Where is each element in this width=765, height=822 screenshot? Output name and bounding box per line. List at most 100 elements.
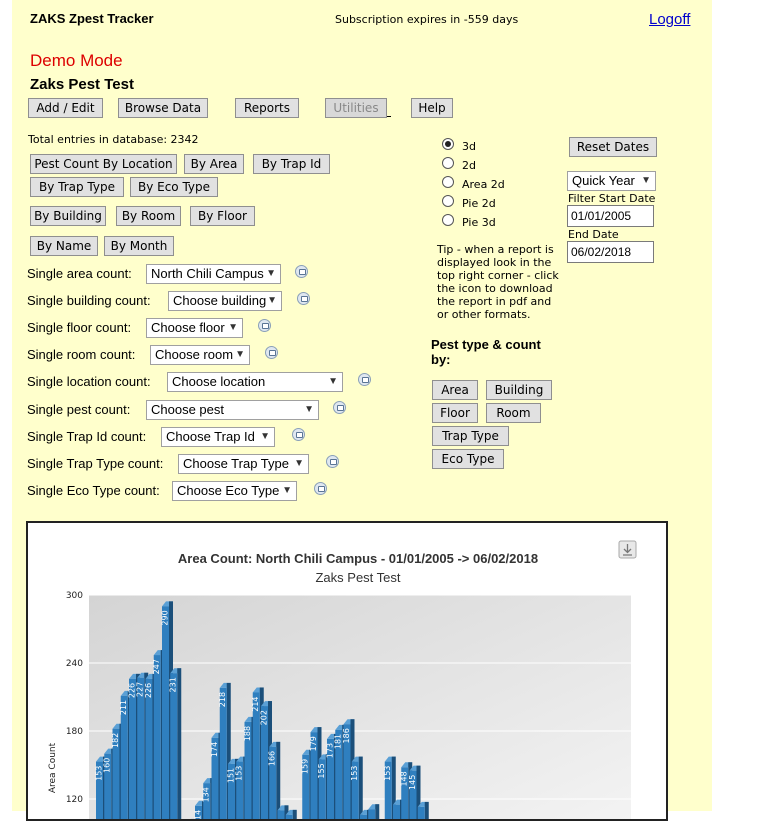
radio-area-2d[interactable] [442, 176, 454, 188]
reports-button[interactable]: Reports [235, 98, 299, 118]
bar-value-label: 186 [342, 728, 351, 743]
single-eco-type-count-select[interactable]: Choose Eco Type▼ [172, 481, 297, 501]
single-area-count-label: Single area count: [27, 266, 132, 281]
utilities-button[interactable]: Utilities [325, 98, 387, 118]
end-date-label: End Date [568, 228, 619, 241]
chart-panel: Area Count: North Chili Campus - 01/01/2… [26, 521, 668, 821]
radio-pie-2d-label: Pie 2d [462, 197, 496, 210]
single-trap-type-count-select[interactable]: Choose Trap Type▼ [178, 454, 309, 474]
logoff-link[interactable]: Logoff [649, 11, 690, 28]
report-by-name[interactable]: By Name [30, 236, 98, 256]
bar-value-label: 114 [194, 810, 203, 819]
reset-dates-button[interactable]: Reset Dates [569, 137, 657, 157]
report-by-month[interactable]: By Month [104, 236, 174, 256]
browse-data-button[interactable]: Browse Data [118, 98, 208, 118]
bar-side [375, 804, 379, 819]
chart-title: Area Count: North Chili Campus - 01/01/2… [178, 551, 538, 566]
report-by-eco-type[interactable]: By Eco Type [130, 177, 218, 197]
single-room-count-label: Single room count: [27, 347, 135, 362]
single-location-count-label: Single location count: [27, 374, 151, 389]
chevron-down-icon: ▼ [235, 346, 245, 364]
bar-value-label: 211 [119, 700, 128, 715]
bar-value-label: 159 [301, 759, 310, 774]
bar-value-label: 166 [268, 751, 277, 766]
company-name: Zaks Pest Test [30, 76, 134, 93]
bar [278, 810, 285, 819]
download-icon[interactable] [297, 292, 310, 305]
chevron-down-icon: ▼ [294, 455, 304, 473]
bar-value-label: 182 [111, 733, 120, 748]
start-date-input[interactable]: 01/01/2005 [567, 205, 654, 227]
bar-value-label: 218 [218, 692, 227, 707]
download-icon[interactable] [258, 319, 271, 332]
bar-value-label: 179 [309, 736, 318, 751]
demo-mode-label: Demo Mode [30, 51, 123, 71]
tip-line: displayed look in the [437, 256, 551, 269]
download-icon[interactable] [314, 482, 327, 495]
download-icon[interactable] [292, 428, 305, 441]
single-pest-count-label: Single pest count: [27, 402, 130, 417]
chevron-down-icon: ▼ [267, 292, 277, 310]
y-tick-label: 120 [66, 795, 83, 805]
y-axis-label: Area Count [48, 742, 58, 793]
bar-value-label: 188 [243, 726, 252, 741]
single-trap-id-count-select[interactable]: Choose Trap Id▼ [161, 427, 275, 447]
single-building-count-select[interactable]: Choose building▼ [168, 291, 282, 311]
download-icon[interactable] [333, 401, 346, 414]
help-button[interactable]: Help [411, 98, 453, 118]
add-edit-button[interactable]: Add / Edit [28, 98, 103, 118]
single-pest-count-select[interactable]: Choose pest▼ [146, 400, 319, 420]
y-axis: 120180240300 [66, 591, 83, 805]
report-pest-count-by-location[interactable]: Pest Count By Location [30, 154, 177, 174]
tip-line: top right corner - click [437, 269, 559, 282]
bar-value-label: 155 [317, 763, 326, 778]
single-floor-count-label: Single floor count: [27, 320, 131, 335]
radio-3d[interactable] [442, 138, 454, 150]
bar-value-label: 174 [210, 742, 219, 757]
download-icon[interactable] [295, 265, 308, 278]
single-floor-count-select[interactable]: Choose floor▼ [146, 318, 243, 338]
pest-type-eco-type-button[interactable]: Eco Type [432, 449, 504, 469]
download-icon[interactable] [265, 346, 278, 359]
bar [418, 807, 425, 819]
area-count-chart: Area Count: North Chili Campus - 01/01/2… [28, 523, 666, 819]
radio-2d[interactable] [442, 157, 454, 169]
chart-subtitle: Zaks Pest Test [315, 570, 400, 585]
radio-pie-2d[interactable] [442, 195, 454, 207]
date-range-select[interactable]: Quick Year▼ [567, 171, 656, 191]
pest-type-trap-type-button[interactable]: Trap Type [432, 426, 509, 446]
end-date-input[interactable]: 06/02/2018 [567, 241, 654, 263]
bar-value-label: 153 [383, 766, 392, 781]
download-icon[interactable] [326, 455, 339, 468]
pest-type-area-button[interactable]: Area [432, 380, 478, 400]
bar [286, 815, 293, 819]
bar-value-label: 226 [144, 683, 153, 698]
single-area-count-select[interactable]: North Chili Campus▼ [146, 264, 281, 284]
bar [146, 679, 153, 819]
single-location-count-select[interactable]: Choose location▼ [167, 372, 343, 392]
chevron-down-icon: ▼ [641, 172, 651, 190]
utilities-divider [387, 116, 391, 117]
radio-2d-label: 2d [462, 159, 476, 172]
y-tick-label: 240 [66, 659, 83, 669]
report-by-trap-type[interactable]: By Trap Type [30, 177, 124, 197]
tip-line: Tip - when a report is [437, 243, 554, 256]
pest-type-building-button[interactable]: Building [486, 380, 552, 400]
pest-type-floor-button[interactable]: Floor [432, 403, 478, 423]
report-by-trap-id[interactable]: By Trap Id [253, 154, 330, 174]
download-icon[interactable] [358, 373, 371, 386]
report-by-floor[interactable]: By Floor [190, 206, 255, 226]
report-by-building[interactable]: By Building [30, 206, 106, 226]
bar-value-label: 134 [202, 787, 211, 802]
report-by-room[interactable]: By Room [116, 206, 181, 226]
bar [154, 655, 161, 819]
radio-area-2d-label: Area 2d [462, 178, 505, 191]
radio-pie-3d[interactable] [442, 214, 454, 226]
report-by-area[interactable]: By Area [184, 154, 244, 174]
bar-value-label: 202 [260, 710, 269, 725]
bar-side [177, 668, 181, 819]
download-chart-icon[interactable] [619, 541, 636, 558]
y-tick-label: 180 [66, 727, 83, 737]
single-room-count-select[interactable]: Choose room▼ [150, 345, 250, 365]
pest-type-room-button[interactable]: Room [486, 403, 541, 423]
